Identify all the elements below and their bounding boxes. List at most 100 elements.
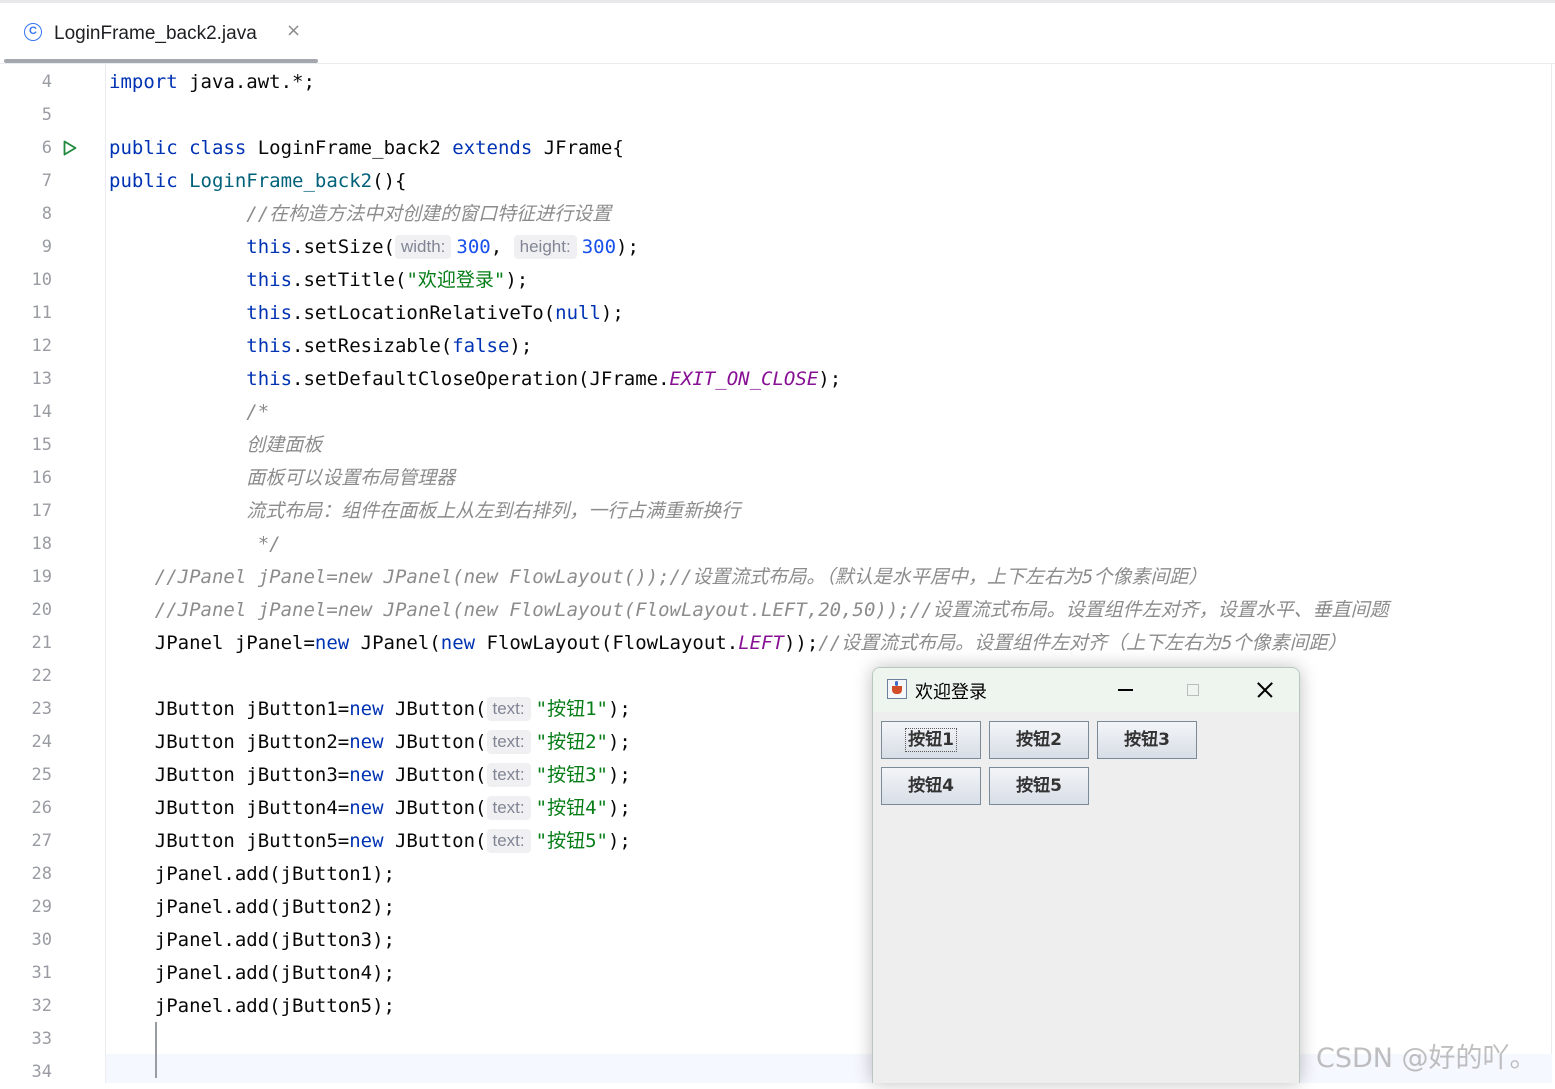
- line-number: 17: [31, 501, 52, 521]
- code-token: JButton(: [383, 830, 487, 852]
- code-token: "按钮3": [535, 764, 608, 786]
- code-line[interactable]: JButton jButton3=new JButton(text: "按钮3")…: [109, 759, 631, 792]
- code-token: "按钮4": [535, 797, 608, 819]
- code-token: );: [607, 731, 631, 753]
- line-number: 15: [31, 435, 52, 455]
- code-line[interactable]: /*: [109, 396, 269, 429]
- window-title-bar[interactable]: 欢迎登录: [873, 668, 1299, 712]
- code-token: );: [607, 698, 631, 720]
- code-line[interactable]: jPanel.add(jButton3);: [109, 924, 395, 957]
- code-token: );: [505, 269, 529, 291]
- line-number: 5: [41, 105, 52, 125]
- text-caret: [155, 1022, 157, 1078]
- code-line[interactable]: //JPanel jPanel=new JPanel(new FlowLayou…: [109, 594, 1389, 627]
- window-title: 欢迎登录: [915, 682, 987, 703]
- code-token: JButton jButton3=: [109, 764, 350, 786]
- code-token: EXIT_ON_CLOSE: [669, 368, 819, 390]
- line-number: 19: [31, 567, 52, 587]
- jbutton-4[interactable]: 按钮4: [881, 767, 981, 805]
- code-line[interactable]: JPanel jPanel=new JPanel(new FlowLayout(…: [109, 627, 1347, 660]
- code-token: ,: [490, 236, 514, 258]
- code-line[interactable]: jPanel.add(jButton4);: [109, 957, 395, 990]
- code-line[interactable]: JButton jButton1=new JButton(text: "按钮1")…: [109, 693, 631, 726]
- parameter-hint: text:: [486, 796, 531, 820]
- code-token: //JPanel jPanel=new JPanel(new FlowLayou…: [154, 599, 1389, 621]
- code-editor[interactable]: import java.awt.*; public class LoginFram…: [109, 64, 1549, 1083]
- code-token: //在构造方法中对创建的窗口特征进行设置: [246, 203, 612, 225]
- code-line[interactable]: this.setResizable(false);: [109, 330, 532, 363]
- line-number: 27: [31, 831, 52, 851]
- line-number-gutter[interactable]: 4 5 6 7 8 9 10 11 12 13 14 15 16 17 18 19 20 21 22 23 24 25 26…: [0, 64, 106, 1083]
- jbutton-2[interactable]: 按钮2: [989, 721, 1089, 759]
- code-token: );: [607, 797, 631, 819]
- code-line[interactable]: JButton jButton2=new JButton(text: "按钮2")…: [109, 726, 631, 759]
- line-number: 30: [31, 930, 52, 950]
- jbutton-3[interactable]: 按钮3: [1097, 721, 1197, 759]
- code-line[interactable]: 创建面板: [109, 429, 322, 462]
- jbutton-1[interactable]: 按钮1: [881, 721, 981, 759]
- code-token: LoginFrame_back2: [246, 137, 453, 159]
- close-icon[interactable]: [1235, 668, 1295, 712]
- code-line[interactable]: */: [109, 528, 281, 561]
- run-icon[interactable]: [63, 140, 77, 156]
- code-token: JButton jButton5=: [109, 830, 350, 852]
- jbutton-5[interactable]: 按钮5: [989, 767, 1089, 805]
- code-token: );: [607, 830, 631, 852]
- code-line[interactable]: //JPanel jPanel=new JPanel(new FlowLayou…: [109, 561, 1208, 594]
- code-token: */: [257, 533, 281, 555]
- jbutton-label: 按钮4: [908, 776, 954, 796]
- code-line[interactable]: this.setDefaultCloseOperation(JFrame.EXI…: [109, 363, 841, 396]
- code-line[interactable]: this.setSize(width: 300, height: 300);: [109, 231, 639, 264]
- code-token: jPanel.add(jButton2);: [109, 896, 395, 918]
- code-token: );: [616, 236, 639, 258]
- line-number: 28: [31, 864, 52, 884]
- code-line[interactable]: //在构造方法中对创建的窗口特征进行设置: [109, 198, 611, 231]
- code-token: new: [349, 830, 384, 852]
- maximize-icon[interactable]: [1163, 668, 1223, 712]
- code-line[interactable]: 流式布局：组件在面板上从左到右排列，一行占满重新换行: [109, 495, 740, 528]
- code-line[interactable]: JButton jButton5=new JButton(text: "按钮5")…: [109, 825, 631, 858]
- code-line[interactable]: this.setTitle("欢迎登录");: [109, 264, 528, 297]
- editor-scrollbar[interactable]: [1551, 64, 1555, 1083]
- line-number: 21: [31, 633, 52, 653]
- tab-loginframe-back2[interactable]: C LoginFrame_back2.java ×: [6, 3, 318, 64]
- code-line[interactable]: public LoginFrame_back2(){: [109, 165, 406, 198]
- code-token: JPanel jPanel=: [109, 632, 315, 654]
- code-token: null: [555, 302, 601, 324]
- jbutton-label: 按钮1: [905, 728, 957, 752]
- code-token: JButton jButton1=: [109, 698, 350, 720]
- code-token: LoginFrame_back2: [189, 170, 373, 192]
- parameter-hint: width:: [395, 235, 452, 259]
- class-c-icon: C: [24, 23, 42, 41]
- code-line[interactable]: JButton jButton4=new JButton(text: "按钮4")…: [109, 792, 631, 825]
- code-token: JButton(: [383, 764, 487, 786]
- line-number: 12: [31, 336, 52, 356]
- code-line[interactable]: 面板可以设置布局管理器: [109, 462, 455, 495]
- code-line[interactable]: jPanel.add(jButton2);: [109, 891, 395, 924]
- tab-close-icon[interactable]: ×: [286, 20, 301, 41]
- code-line[interactable]: import java.awt.*;: [109, 66, 315, 99]
- swing-window-welcome-login[interactable]: 欢迎登录 按钮1 按钮2 按钮3 按钮4 按钮5: [872, 667, 1300, 1083]
- code-line[interactable]: jPanel.add(jButton1);: [109, 858, 395, 891]
- code-token: false: [452, 335, 510, 357]
- code-token: JButton(: [383, 797, 487, 819]
- code-token: .setDefaultCloseOperation(JFrame.: [292, 368, 670, 390]
- code-line[interactable]: jPanel.add(jButton5);: [109, 990, 395, 1023]
- code-token: new: [349, 731, 384, 753]
- code-line[interactable]: public class LoginFrame_back2 extends JF…: [109, 132, 624, 165]
- code-token: );: [600, 302, 624, 324]
- editor-tab-bar: C LoginFrame_back2.java ×: [0, 0, 1555, 64]
- code-token: .setLocationRelativeTo(: [292, 302, 556, 324]
- code-token: this: [246, 302, 293, 324]
- code-token: FlowLayout(FlowLayout.: [475, 632, 739, 654]
- code-token: /*: [246, 401, 270, 423]
- code-token: .setResizable(: [292, 335, 453, 357]
- line-number: 8: [41, 204, 52, 224]
- line-number: 31: [31, 963, 52, 983]
- jbutton-label: 按钮3: [1124, 730, 1170, 750]
- minimize-icon[interactable]: [1095, 668, 1155, 712]
- code-token: this: [246, 368, 293, 390]
- code-line[interactable]: this.setLocationRelativeTo(null);: [109, 297, 624, 330]
